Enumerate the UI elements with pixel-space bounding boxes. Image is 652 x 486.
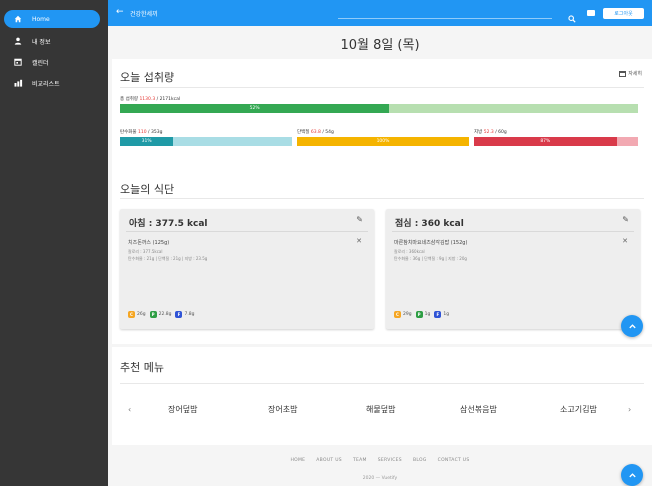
page-title: 10월 8일 (목) bbox=[340, 38, 420, 53]
sidebar-item-calendar[interactable]: 캘린더 bbox=[4, 53, 100, 71]
sidebar-item-label: 비교리스트 bbox=[32, 80, 60, 88]
total-progress-percent: 52% bbox=[249, 106, 260, 111]
protein-progress-percent: 100% bbox=[376, 139, 390, 144]
copyright: 2020 — Vuetify bbox=[362, 476, 398, 481]
carbs-chip-icon: C bbox=[128, 311, 135, 318]
footer-link-blog[interactable]: BLOG bbox=[413, 458, 427, 463]
carbs-chip-icon: C bbox=[394, 311, 401, 318]
chart-icon bbox=[4, 79, 32, 87]
total-intake-label: 총 섭취량 1130.3 / 2171kcal bbox=[120, 97, 181, 102]
close-icon[interactable]: ✕ bbox=[622, 237, 628, 245]
carbs-label: 탄수화물 110 / 353g bbox=[120, 130, 163, 135]
divider bbox=[392, 231, 634, 232]
meal-card-lunch[interactable]: 점심 : 360 kcal ✎ 마른참치마요네즈삼각김밥 (152g) ✕ 칼로… bbox=[386, 209, 640, 329]
add-meal-button[interactable] bbox=[621, 315, 643, 337]
carbs-chip-value: 26g bbox=[137, 312, 146, 317]
divider bbox=[120, 87, 644, 88]
macro-chips: C 26g P 22.8g F 7.8g bbox=[128, 311, 199, 318]
carbs-progress-percent: 31% bbox=[141, 139, 152, 144]
chevron-up-icon bbox=[628, 323, 636, 328]
detail-link-label: 자세히 bbox=[628, 71, 642, 77]
footer-link-team[interactable]: TEAM bbox=[353, 458, 367, 463]
meal-card-title: 점심 : 360 kcal bbox=[395, 219, 464, 229]
recommend-item[interactable]: 해물덮밥 bbox=[366, 404, 395, 415]
footer-link-home[interactable]: HOME bbox=[290, 458, 305, 463]
food-name: 치즈돈까스 (125g) bbox=[128, 240, 170, 246]
search-input[interactable] bbox=[338, 18, 552, 19]
food-name: 마른참치마요네즈삼각김밥 (152g) bbox=[394, 240, 468, 246]
divider bbox=[120, 383, 644, 384]
chevron-up-icon bbox=[628, 472, 636, 477]
footer: HOME ABOUT US TEAM SERVICES BLOG CONTACT… bbox=[108, 446, 652, 486]
divider bbox=[126, 231, 368, 232]
close-icon[interactable]: ✕ bbox=[356, 237, 362, 245]
protein-label: 단백질 63.8 / 54g bbox=[297, 130, 334, 135]
app-bar: ← 건강한세끼 로그아웃 bbox=[108, 0, 652, 26]
prev-arrow-icon[interactable]: ‹ bbox=[128, 405, 131, 414]
sidebar-item-label: 캘린더 bbox=[32, 59, 49, 67]
sidebar-item-home[interactable]: Home bbox=[4, 10, 100, 28]
recommend-item[interactable]: 삼선볶음밥 bbox=[460, 404, 497, 415]
edit-icon[interactable]: ✎ bbox=[622, 215, 629, 224]
search-icon[interactable] bbox=[568, 8, 576, 27]
protein-chip-icon: P bbox=[415, 311, 423, 318]
food-macros: 탄수화물 : 36g | 단백질 : 9g | 지방 : 20g bbox=[394, 256, 467, 261]
fat-progress-percent: 87% bbox=[540, 139, 551, 144]
app-title[interactable]: 건강한세끼 bbox=[130, 9, 158, 18]
meals-section: 오늘의 식단 아침 : 377.5 kcal ✎ 치즈돈까스 (125g) ✕ … bbox=[112, 172, 652, 344]
person-icon bbox=[4, 37, 32, 45]
divider bbox=[120, 198, 644, 199]
food-macros: 탄수화물 : 21g | 단백질 : 21g | 지방 : 23.5g bbox=[128, 256, 208, 261]
recommend-item[interactable]: 장어초밥 bbox=[268, 404, 297, 415]
footer-link-contact[interactable]: CONTACT US bbox=[438, 458, 470, 463]
intake-section: 오늘 섭취량 자세히 총 섭취량 1130.3 / 2171kcal 52% 탄… bbox=[112, 59, 652, 183]
scroll-top-button[interactable] bbox=[621, 464, 643, 486]
home-icon bbox=[4, 15, 32, 23]
sidebar-item-profile[interactable]: 내 정보 bbox=[4, 32, 100, 50]
calendar-icon bbox=[619, 70, 627, 77]
protein-chip-value: 1g bbox=[424, 312, 431, 317]
edit-icon[interactable]: ✎ bbox=[356, 215, 363, 224]
recommend-section: 추천 메뉴 ‹ 장어덮밥 장어초밥 해물덮밥 삼선볶음밥 소고기김밥 › bbox=[112, 347, 652, 445]
fat-chip-value: 7.8g bbox=[184, 312, 195, 317]
fat-chip-icon: F bbox=[434, 311, 442, 318]
fat-chip-icon: F bbox=[175, 311, 183, 318]
sidebar-item-label: Home bbox=[32, 15, 50, 23]
back-arrow-icon[interactable]: ← bbox=[116, 8, 124, 17]
calendar-icon bbox=[4, 58, 32, 66]
total-progress-bar: 52% bbox=[120, 104, 638, 113]
sidebar-item-compare[interactable]: 비교리스트 bbox=[4, 74, 100, 92]
next-arrow-icon[interactable]: › bbox=[628, 405, 631, 414]
carbs-chip-value: 29g bbox=[403, 312, 412, 317]
fat-chip-value: 1g bbox=[443, 312, 450, 317]
recommend-title: 추천 메뉴 bbox=[120, 361, 164, 374]
fat-progress-bar: 87% bbox=[474, 137, 638, 146]
carbs-progress-bar: 31% bbox=[120, 137, 292, 146]
recommend-item[interactable]: 소고기김밥 bbox=[560, 404, 597, 415]
footer-links: HOME ABOUT US TEAM SERVICES BLOG CONTACT… bbox=[108, 458, 652, 463]
footer-link-services[interactable]: SERVICES bbox=[378, 458, 402, 463]
sidebar: Home 내 정보 캘린더 비교리스트 bbox=[0, 0, 108, 486]
recommend-item[interactable]: 장어덮밥 bbox=[168, 404, 197, 415]
macro-chips: C 29g P 1g F 1g bbox=[394, 311, 453, 318]
logout-button[interactable]: 로그아웃 bbox=[603, 8, 644, 19]
protein-chip-icon: P bbox=[149, 311, 157, 318]
card-icon[interactable] bbox=[587, 10, 595, 16]
protein-progress-bar: 100% bbox=[297, 137, 469, 146]
meal-card-title: 아침 : 377.5 kcal bbox=[129, 219, 208, 229]
detail-link[interactable]: 자세히 bbox=[619, 70, 642, 77]
main-content: 10월 8일 (목) 오늘 섭취량 자세히 총 섭취량 1130.3 / 217… bbox=[108, 26, 652, 486]
intake-title: 오늘 섭취량 bbox=[120, 71, 175, 84]
meal-card-breakfast[interactable]: 아침 : 377.5 kcal ✎ 치즈돈까스 (125g) ✕ 칼로리 : 3… bbox=[120, 209, 374, 329]
fat-label: 지방 52.3 / 60g bbox=[474, 130, 507, 135]
sidebar-item-label: 내 정보 bbox=[32, 38, 51, 46]
food-kcal: 칼로리 : 377.5kcal bbox=[128, 249, 163, 254]
meals-title: 오늘의 식단 bbox=[120, 183, 175, 196]
food-kcal: 칼로리 : 360kcal bbox=[394, 249, 425, 254]
protein-chip-value: 22.8g bbox=[158, 312, 172, 317]
footer-link-about[interactable]: ABOUT US bbox=[316, 458, 342, 463]
